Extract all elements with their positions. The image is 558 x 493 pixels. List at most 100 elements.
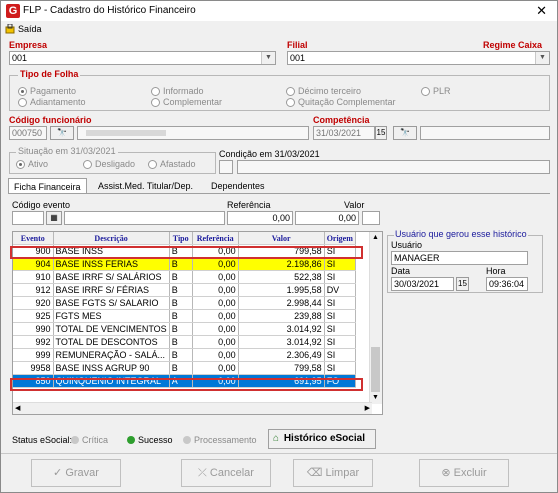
competencia-input[interactable]: 31/03/2021 (313, 126, 375, 140)
option-label: Ativo (28, 159, 49, 169)
tab-dependentes[interactable]: Dependentes (206, 178, 270, 194)
radio-icon (286, 87, 295, 97)
table-row[interactable]: 912 BASE IRRF S/ FÉRIAS B 0,00 1.995,58 DV (13, 283, 356, 297)
cell-referencia: 0,00 (192, 257, 239, 271)
cell-origem: SI (324, 361, 356, 375)
table-row[interactable]: 992 TOTAL DE DESCONTOS B 0,00 3.014,92 SI (13, 335, 356, 349)
delete-icon: ⊗ (441, 467, 454, 479)
scroll-right-icon[interactable]: ▶ (365, 404, 370, 412)
situacao-label: Situação em 31/03/2021 (16, 146, 118, 156)
cell-descricao: TOTAL DE VENCIMENTOS (53, 322, 170, 336)
horizontal-scrollbar[interactable]: ◀ ▶ (13, 402, 372, 414)
cell-evento: 990 (13, 322, 54, 336)
cell-tipo: B (169, 283, 193, 297)
valor-input[interactable]: 0,00 (295, 211, 359, 225)
status-processamento: Processamento (183, 435, 257, 445)
cell-referencia: 0,00 (192, 348, 239, 362)
col-tipo[interactable]: Tipo (169, 232, 193, 245)
cell-evento: 920 (13, 296, 54, 310)
cell-descricao: REMUNERAÇÃO - SALÁ... (53, 348, 170, 362)
radio-pagamento[interactable]: Pagamento (18, 86, 77, 97)
cell-valor: 2.998,44 (238, 296, 325, 310)
cell-tipo: B (169, 270, 193, 284)
chevron-down-icon[interactable]: ▼ (535, 52, 549, 64)
vertical-scrollbar[interactable]: ▲ ▼ (369, 232, 382, 404)
tab-ficha-financeira[interactable]: Ficha Financeira (8, 178, 87, 194)
cell-referencia: 0,00 (192, 322, 239, 336)
condicao-code-field (219, 160, 233, 174)
calendar-icon[interactable]: 15 (456, 277, 469, 291)
radio-complementar[interactable]: Complementar (151, 97, 222, 108)
data-label: Data (391, 266, 411, 276)
cell-descricao: FGTS MES (53, 309, 170, 323)
exit-menu-item[interactable]: Saída (18, 24, 42, 34)
referencia-input[interactable]: 0,00 (227, 211, 293, 225)
calendar-icon[interactable]: 15 (375, 126, 387, 140)
search-table-icon[interactable]: ▦ (46, 211, 62, 225)
cell-descricao: BASE FGTS S/ SALARIO (53, 296, 170, 310)
excluir-button[interactable]: ⊗ Excluir (419, 459, 509, 487)
close-icon[interactable]: ✕ (536, 3, 547, 19)
data-field: 30/03/2021 (391, 277, 454, 291)
option-label: Pagamento (30, 86, 77, 96)
limpar-label: Limpar (325, 467, 360, 479)
limpar-button[interactable]: ⌫ Limpar (293, 459, 373, 487)
col-origem[interactable]: Origem (324, 232, 356, 245)
col-referencia[interactable]: Referência (192, 232, 239, 245)
scroll-thumb[interactable] (371, 347, 380, 392)
table-row[interactable]: 925 FGTS MES B 0,00 239,88 SI (13, 309, 356, 323)
scroll-down-icon[interactable]: ▼ (372, 394, 379, 401)
filial-select[interactable]: 001 ▼ (287, 51, 550, 65)
codigo-evento-input[interactable] (12, 211, 44, 225)
radio-icon (151, 98, 160, 108)
gravar-button[interactable]: ✓ Gravar (31, 459, 121, 487)
menu-bar: Saída (1, 21, 557, 38)
cell-evento: 904 (13, 257, 54, 271)
radio-informado[interactable]: Informado (151, 86, 204, 97)
col-evento[interactable]: Evento (13, 232, 54, 245)
table-row[interactable]: 920 BASE FGTS S/ SALARIO B 0,00 2.998,44 SI (13, 296, 356, 310)
cancelar-button[interactable]: ⤫ Cancelar (181, 459, 271, 487)
radio-icon (18, 98, 27, 108)
hora-label: Hora (486, 266, 506, 276)
empresa-label: Empresa (9, 40, 48, 50)
cell-evento: 9958 (13, 361, 54, 375)
tab-assist-med[interactable]: Assist.Med. Titular/Dep. (93, 178, 198, 194)
radio-quitacao-complementar[interactable]: Quitação Complementar (286, 97, 396, 108)
cell-tipo: B (169, 309, 193, 323)
radio-plr[interactable]: PLR (421, 86, 451, 97)
condicao-label: Condição em 31/03/2021 (219, 149, 320, 159)
chevron-down-icon[interactable]: ▼ (261, 52, 275, 64)
app-logo-icon: G (6, 4, 20, 18)
cell-origem: SI (324, 257, 356, 271)
binoculars-icon[interactable]: 🔭 (50, 126, 74, 140)
historico-esocial-button[interactable]: ⌂ Histórico eSocial (268, 429, 376, 449)
status-sucesso: Sucesso (127, 435, 173, 445)
table-row[interactable]: 990 TOTAL DE VENCIMENTOS B 0,00 3.014,92 SI (13, 322, 356, 336)
option-label: Desligado (95, 159, 136, 169)
binoculars-icon[interactable]: 🔭 (393, 126, 417, 140)
empresa-select[interactable]: 001 ▼ (9, 51, 276, 65)
col-valor[interactable]: Valor (238, 232, 325, 245)
evento-descricao-field (64, 211, 225, 225)
cell-origem: SI (324, 322, 356, 336)
cell-origem: SI (324, 296, 356, 310)
scroll-up-icon[interactable]: ▲ (372, 234, 379, 241)
cell-valor: 3.014,92 (238, 322, 325, 336)
cell-descricao: BASE INSS AGRUP 90 (53, 361, 170, 375)
window-title: FLP - Cadastro do Histórico Financeiro (23, 5, 196, 16)
regime-caixa-label: Regime Caixa (483, 40, 543, 50)
radio-decimo-terceiro[interactable]: Décimo terceiro (286, 86, 361, 97)
table-row[interactable]: 910 BASE IRRF S/ SALÁRIOS B 0,00 522,38 SI (13, 270, 356, 284)
table-row[interactable]: 904 BASE INSS FERIAS B 0,00 2.198,86 SI (13, 257, 356, 271)
codigo-funcionario-input[interactable]: 000750 (9, 126, 47, 140)
gravar-label: Gravar (65, 467, 99, 479)
table-row[interactable]: 9958 BASE INSS AGRUP 90 B 0,00 799,58 SI (13, 361, 356, 375)
competencia-label: Competência (313, 115, 370, 125)
table-row[interactable]: 999 REMUNERAÇÃO - SALÁ... B 0,00 2.306,49 SI (13, 348, 356, 362)
radio-adiantamento[interactable]: Adiantamento (18, 97, 86, 108)
referencia-label: Referência (227, 200, 271, 210)
scroll-left-icon[interactable]: ◀ (15, 404, 20, 412)
col-descricao[interactable]: Descrição (53, 232, 170, 245)
critica-dot-icon (71, 436, 79, 444)
